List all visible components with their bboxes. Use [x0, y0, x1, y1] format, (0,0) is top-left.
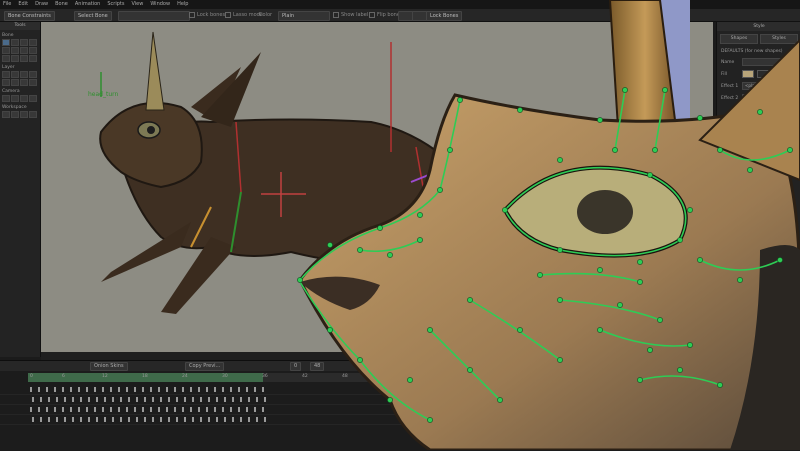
closeup-pupil	[577, 190, 633, 234]
closeup-overlay	[297, 0, 800, 450]
